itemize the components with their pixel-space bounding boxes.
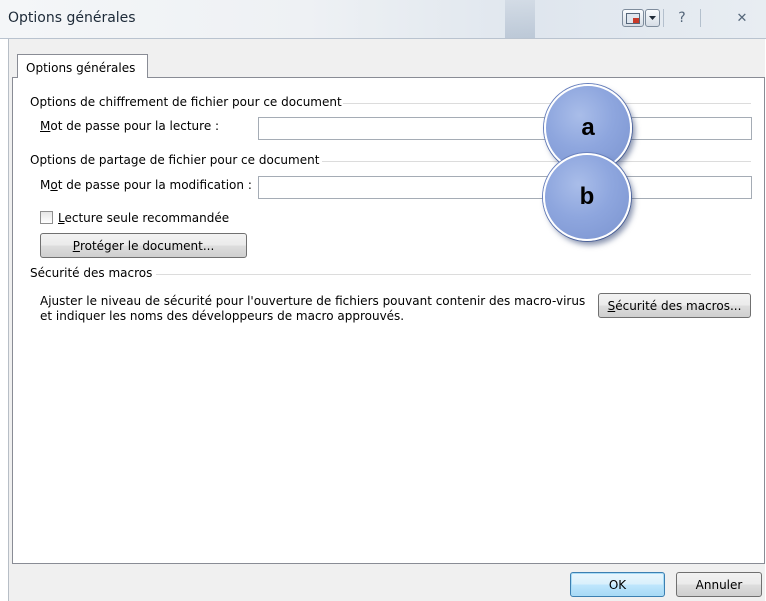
tab-label: Options générales [26, 61, 136, 75]
tab-options-generales[interactable]: Options générales [17, 54, 148, 78]
readonly-checkbox[interactable] [40, 211, 53, 224]
title-bar: Options générales ? ✕ [0, 0, 766, 39]
macro-description-line2: et indiquer les noms des développeurs de… [40, 309, 405, 323]
ok-button[interactable]: OK [570, 572, 665, 597]
modify-password-input[interactable] [258, 176, 752, 199]
group-divider [343, 103, 751, 104]
window-menu-icon[interactable] [622, 9, 644, 27]
modify-password-label: Mot de passe pour la modification : [40, 178, 252, 192]
macro-security-button[interactable]: Sécurité des macros... [598, 293, 751, 318]
annotation-marker-b: b [543, 153, 631, 241]
title-separator-2 [700, 9, 701, 27]
window-title: Options générales [8, 10, 136, 26]
macro-description-line1: Ajuster le niveau de sécurité pour l'ouv… [40, 294, 586, 308]
group-divider [156, 274, 751, 275]
dropdown-arrow-icon[interactable] [645, 9, 660, 27]
protect-document-button[interactable]: Protéger le document... [40, 233, 247, 258]
cancel-button[interactable]: Annuler [676, 572, 762, 597]
readonly-label: Lecture seule recommandée [58, 211, 230, 225]
read-password-input[interactable] [258, 117, 752, 140]
macro-security-heading: Sécurité des macros [30, 266, 153, 280]
title-separator [663, 9, 664, 27]
help-button[interactable]: ? [669, 9, 695, 27]
window-icon [626, 12, 640, 24]
title-bar-reflection [505, 0, 535, 38]
sharing-heading: Options de partage de fichier pour ce do… [30, 153, 320, 167]
close-button[interactable]: ✕ [730, 9, 754, 27]
read-password-label: Mot de passe pour la lecture : [40, 119, 220, 133]
group-divider [322, 161, 751, 162]
encryption-heading: Options de chiffrement de fichier pour c… [30, 95, 342, 109]
chevron-down-icon [649, 15, 656, 20]
